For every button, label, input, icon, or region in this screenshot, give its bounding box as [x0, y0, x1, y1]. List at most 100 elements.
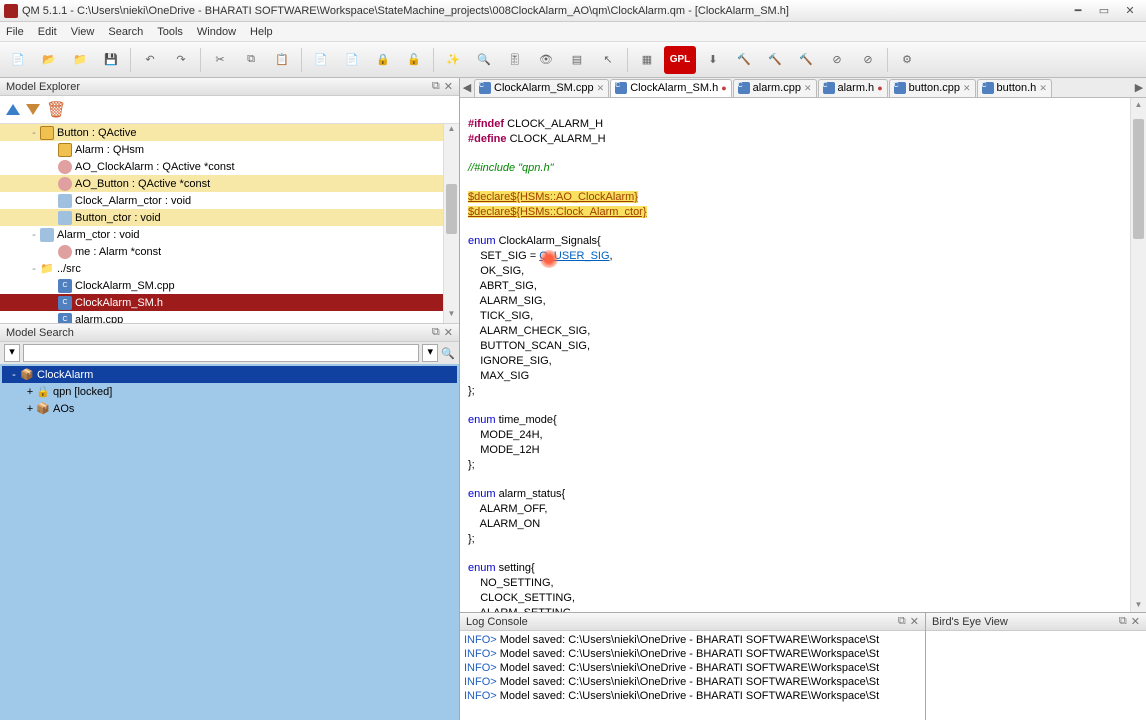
close-icon[interactable]: ✕ [444, 80, 453, 93]
wand-icon[interactable]: ✨ [439, 46, 467, 74]
menu-help[interactable]: Help [250, 26, 273, 38]
maximize-button[interactable]: ▭ [1092, 3, 1116, 19]
close-icon[interactable]: ✕ [1131, 615, 1140, 628]
restore-icon[interactable]: ⧉ [1119, 615, 1127, 628]
tab-close-icon[interactable]: ✕ [1039, 83, 1047, 94]
copy-icon[interactable]: ⧉ [237, 46, 265, 74]
menu-file[interactable]: File [6, 26, 24, 38]
fold-icon: 📁 [40, 262, 54, 276]
editor-tab[interactable]: Calarm.h● [818, 79, 888, 97]
tab-nav-right[interactable]: ▶ [1132, 81, 1146, 94]
close-icon[interactable]: ✕ [444, 326, 453, 339]
expand-icon[interactable]: - [8, 369, 20, 381]
lock-icon[interactable]: 🔒 [369, 46, 397, 74]
tree-row[interactable]: Alarm : QHsm [0, 141, 459, 158]
open-icon[interactable]: 📂 [35, 46, 63, 74]
expand-icon[interactable]: - [28, 229, 40, 241]
minimize-button[interactable]: ━ [1066, 3, 1090, 19]
tree-scrollbar[interactable]: ▲▼ [443, 124, 459, 323]
search-tree[interactable]: -📦ClockAlarm+🔒qpn [locked]+📦AOs [0, 364, 459, 720]
save-icon[interactable]: 💾 [97, 46, 125, 74]
tree-row[interactable]: Clock_Alarm_ctor : void [0, 192, 459, 209]
down-triangle-icon[interactable] [26, 104, 40, 115]
search-options-dropdown[interactable]: ▾ [422, 344, 438, 362]
build-icon[interactable]: 🔨 [730, 46, 758, 74]
menu-window[interactable]: Window [197, 26, 236, 38]
code-scrollbar[interactable]: ▲▼ [1130, 98, 1146, 612]
menu-view[interactable]: View [71, 26, 95, 38]
gpl-badge[interactable]: GPL [664, 46, 696, 74]
menu-search[interactable]: Search [108, 26, 143, 38]
model-explorer-header: Model Explorer ⧉✕ [0, 78, 459, 96]
unlock-icon[interactable]: 🔓 [400, 46, 428, 74]
doc-del-icon[interactable]: 📄 [338, 46, 366, 74]
expand-icon[interactable]: - [28, 263, 40, 275]
search-icon[interactable]: 🔍 [470, 46, 498, 74]
separator [887, 48, 888, 72]
editor-tab[interactable]: Cbutton.h✕ [977, 79, 1052, 97]
tree-row[interactable]: AO_Button : QActive *const [0, 175, 459, 192]
editor-tab[interactable]: Calarm.cpp✕ [733, 79, 817, 97]
tab-close-icon[interactable]: ● [721, 83, 726, 93]
tab-label: button.h [997, 82, 1037, 94]
log-body[interactable]: INFO> Model saved: C:\Users\nieki\OneDri… [460, 631, 925, 720]
cursor-icon[interactable]: ↖ [594, 46, 622, 74]
close-button[interactable]: ✕ [1118, 3, 1142, 19]
folder-icon[interactable]: 📁 [66, 46, 94, 74]
code-editor[interactable]: #ifndef CLOCK_ALARM_H #define CLOCK_ALAR… [460, 98, 1146, 612]
close-icon[interactable]: ✕ [910, 615, 919, 628]
search-tree-row[interactable]: -📦ClockAlarm [2, 366, 457, 383]
tree-row[interactable]: -📁../src [0, 260, 459, 277]
redo-icon[interactable]: ↷ [167, 46, 195, 74]
search-scope-dropdown[interactable]: ▾ [4, 344, 20, 362]
tree-item-label: AO_ClockAlarm : QActive *const [75, 161, 235, 173]
model-explorer-tree[interactable]: -Button : QActiveAlarm : QHsm AO_ClockAla… [0, 124, 459, 324]
restore-icon[interactable]: ⧉ [898, 615, 906, 628]
grid-icon[interactable]: ▦ [633, 46, 661, 74]
restore-icon[interactable]: ⧉ [432, 326, 440, 339]
build3-icon[interactable]: 🔨 [792, 46, 820, 74]
editor-tab[interactable]: Cbutton.cpp✕ [889, 79, 976, 97]
tune-icon[interactable]: 🎚 [501, 46, 529, 74]
tree-row[interactable]: -Alarm_ctor : void [0, 226, 459, 243]
tree-row[interactable]: CClockAlarm_SM.cpp [0, 277, 459, 294]
search-go-icon[interactable]: 🔍 [441, 347, 455, 360]
expand-icon[interactable]: + [24, 403, 36, 415]
download-icon[interactable]: ⬇ [699, 46, 727, 74]
trash-icon[interactable]: 🗑 [46, 100, 66, 120]
eye-icon[interactable]: 👁 [532, 46, 560, 74]
search-input[interactable] [23, 344, 419, 362]
tree-row[interactable]: me : Alarm *const [0, 243, 459, 260]
tab-close-icon[interactable]: ● [877, 83, 882, 93]
stop2-icon[interactable]: ⊘ [854, 46, 882, 74]
new-icon[interactable]: 📄 [4, 46, 32, 74]
tab-nav-left[interactable]: ◀ [460, 81, 474, 94]
stop-icon[interactable]: ⊘ [823, 46, 851, 74]
tree-row[interactable]: Calarm.cpp [0, 311, 459, 324]
expand-icon[interactable]: - [28, 127, 40, 139]
layout-icon[interactable]: ▤ [563, 46, 591, 74]
doc-add-icon[interactable]: 📄 [307, 46, 335, 74]
birds-eye-header: Bird's Eye View ⧉✕ [926, 613, 1146, 631]
tree-row[interactable]: AO_ClockAlarm : QActive *const [0, 158, 459, 175]
up-triangle-icon[interactable] [6, 104, 20, 115]
menu-tools[interactable]: Tools [157, 26, 183, 38]
editor-tab[interactable]: CClockAlarm_SM.h● [610, 79, 731, 97]
editor-tab[interactable]: CClockAlarm_SM.cpp✕ [474, 79, 609, 97]
tree-row[interactable]: Button_ctor : void [0, 209, 459, 226]
cut-icon[interactable]: ✂ [206, 46, 234, 74]
tree-row[interactable]: -Button : QActive [0, 124, 459, 141]
tab-close-icon[interactable]: ✕ [963, 83, 971, 94]
search-tree-row[interactable]: +📦AOs [2, 400, 457, 417]
expand-icon[interactable]: + [24, 386, 36, 398]
tab-close-icon[interactable]: ✕ [597, 83, 605, 94]
menu-edit[interactable]: Edit [38, 26, 57, 38]
restore-icon[interactable]: ⧉ [432, 80, 440, 93]
tab-close-icon[interactable]: ✕ [804, 83, 812, 94]
paste-icon[interactable]: 📋 [268, 46, 296, 74]
gear-icon[interactable]: ⚙ [893, 46, 921, 74]
build2-icon[interactable]: 🔨 [761, 46, 789, 74]
undo-icon[interactable]: ↶ [136, 46, 164, 74]
tree-row[interactable]: CClockAlarm_SM.h [0, 294, 459, 311]
search-tree-row[interactable]: +🔒qpn [locked] [2, 383, 457, 400]
